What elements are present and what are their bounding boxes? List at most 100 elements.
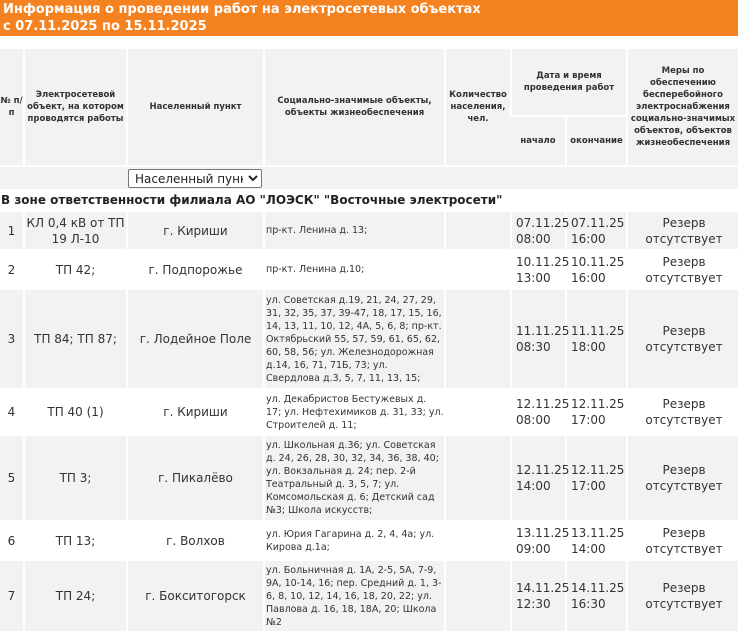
cell-locality: г. Бокситогорск — [126, 559, 264, 631]
section-title: В зоне ответственности филиала АО "ЛОЭСК… — [0, 189, 738, 211]
cell-object: ТП 84; ТП 87; — [23, 288, 127, 389]
cell-population — [444, 210, 511, 250]
cell-start: 07.11.25 08:00 — [510, 210, 570, 250]
end-date: 12.11.25 — [571, 397, 625, 411]
cell-social: ул. Декабристов Бестужевых д. 17; ул. Не… — [263, 388, 445, 435]
header-social: Социально-значимые объекты, объекты жизн… — [263, 49, 445, 167]
header-end: окончание — [565, 116, 627, 167]
start-date: 07.11.25 — [516, 215, 570, 230]
cell-num: 4 — [0, 388, 24, 435]
start-date: 14.11.25 — [516, 581, 570, 595]
cell-population — [444, 520, 511, 560]
cell-measures: Резерв отсутствует — [626, 434, 738, 521]
banner-date-range: с 07.11.2025 по 15.11.2025 — [3, 19, 207, 34]
cell-measures: Резерв отсутствует — [626, 210, 738, 250]
locality-filter-select[interactable]: Населенный пункт — [128, 169, 262, 189]
cell-measures: Резерв отсутствует — [626, 520, 738, 560]
cell-object: КЛ 0,4 кВ от ТП 19 Л-10 — [23, 210, 127, 250]
cell-social: пр-кт. Ленина д.10; — [263, 249, 445, 289]
table-row: 4 ТП 40 (1) г. Кириши ул. Декабристов Бе… — [0, 388, 738, 435]
cell-measures: Резерв отсутствует — [626, 249, 738, 289]
end-date: 10.11.25 — [571, 254, 625, 269]
cell-num: 7 — [0, 559, 24, 631]
start-time: 09:00 — [516, 541, 551, 556]
header-object: Электросетевой объект, на котором провод… — [23, 49, 127, 167]
cell-measures: Резерв отсутствует — [626, 388, 738, 435]
start-time: 08:30 — [516, 340, 551, 354]
cell-social: пр-кт. Ленина д. 13; — [263, 210, 445, 250]
table-body: 1 КЛ 0,4 кВ от ТП 19 Л-10 г. Кириши пр-к… — [0, 210, 738, 631]
header-num: № п/п — [0, 49, 24, 167]
cell-population — [444, 434, 511, 521]
cell-num: 5 — [0, 434, 24, 521]
cell-social: ул. Школьная д.36; ул. Советская д. 24, … — [263, 434, 445, 521]
cell-object: ТП 40 (1) — [23, 388, 127, 435]
cell-start: 12.11.25 08:00 — [510, 388, 570, 435]
end-time: 17:00 — [571, 413, 606, 427]
start-time: 13:00 — [516, 270, 551, 285]
header-measures: Меры по обеспечению бесперебойного элект… — [626, 49, 738, 167]
header-population: Количество населения, чел. — [444, 49, 511, 167]
start-date: 11.11.25 — [516, 324, 570, 338]
cell-end: 12.11.25 17:00 — [565, 434, 627, 521]
end-time: 16:00 — [571, 270, 606, 285]
cell-end: 10.11.25 16:00 — [565, 249, 627, 289]
header-start: начало — [511, 116, 566, 167]
end-date: 14.11.25 — [571, 581, 625, 595]
start-time: 12:30 — [516, 597, 551, 611]
start-date: 12.11.25 — [516, 463, 570, 477]
cell-end: 07.11.25 16:00 — [565, 210, 627, 250]
end-date: 07.11.25 — [571, 215, 625, 230]
end-date: 12.11.25 — [571, 463, 625, 477]
cell-locality: г. Кириши — [126, 388, 264, 435]
table-row: 7 ТП 24; г. Бокситогорск ул. Больничная … — [0, 559, 738, 631]
cell-population — [444, 249, 511, 289]
cell-population — [444, 388, 511, 435]
cell-end: 11.11.25 18:00 — [565, 288, 627, 389]
table-row: 5 ТП 3; г. Пикалёво ул. Школьная д.36; у… — [0, 434, 738, 521]
cell-end: 12.11.25 17:00 — [565, 388, 627, 435]
cell-end: 13.11.25 14:00 — [565, 520, 627, 560]
cell-start: 13.11.25 09:00 — [510, 520, 570, 560]
end-date: 13.11.25 — [571, 525, 625, 540]
cell-end: 14.11.25 16:30 — [565, 559, 627, 631]
cell-measures: Резерв отсутствует — [626, 559, 738, 631]
cell-locality: г. Пикалёво — [126, 434, 264, 521]
cell-locality: г. Кириши — [126, 210, 264, 250]
start-time: 14:00 — [516, 479, 551, 493]
cell-locality: г. Волхов — [126, 520, 264, 560]
cell-locality: г. Лодейное Поле — [126, 288, 264, 389]
filter-row: Населенный пункт — [0, 166, 738, 189]
cell-num: 1 — [0, 210, 24, 250]
start-date: 13.11.25 — [516, 525, 570, 540]
cell-start: 14.11.25 12:30 — [510, 559, 570, 631]
cell-start: 10.11.25 13:00 — [510, 249, 570, 289]
end-time: 16:30 — [571, 597, 606, 611]
cell-population — [444, 559, 511, 631]
start-date: 10.11.25 — [516, 254, 570, 269]
header-datetime: Дата и время проведения работ — [510, 49, 627, 117]
start-date: 12.11.25 — [516, 397, 570, 411]
cell-object: ТП 24; — [23, 559, 127, 631]
cell-start: 11.11.25 08:30 — [510, 288, 570, 389]
end-time: 18:00 — [571, 340, 606, 354]
start-time: 08:00 — [516, 231, 551, 246]
cell-start: 12.11.25 14:00 — [510, 434, 570, 521]
banner-title: Информация о проведении работ на электро… — [3, 2, 481, 17]
start-time: 08:00 — [516, 413, 551, 427]
end-date: 11.11.25 — [571, 324, 625, 338]
cell-social: ул. Юрия Гагарина д. 2, 4, 4а; ул. Киров… — [263, 520, 445, 560]
table-row: 1 КЛ 0,4 кВ от ТП 19 Л-10 г. Кириши пр-к… — [0, 210, 738, 250]
end-time: 17:00 — [571, 479, 606, 493]
page-banner: Информация о проведении работ на электро… — [0, 0, 738, 36]
end-time: 16:00 — [571, 231, 606, 246]
cell-object: ТП 3; — [23, 434, 127, 521]
table-header: № п/п Электросетевой объект, на котором … — [0, 36, 738, 211]
cell-num: 3 — [0, 288, 24, 389]
cell-population — [444, 288, 511, 389]
table-row: 6 ТП 13; г. Волхов ул. Юрия Гагарина д. … — [0, 520, 738, 560]
cell-social: ул. Больничная д. 1А, 2-5, 5А, 7-9, 9А, … — [263, 559, 445, 631]
table-row: 2 ТП 42; г. Подпорожье пр-кт. Ленина д.1… — [0, 249, 738, 289]
cell-measures: Резерв отсутствует — [626, 288, 738, 389]
cell-object: ТП 42; — [23, 249, 127, 289]
